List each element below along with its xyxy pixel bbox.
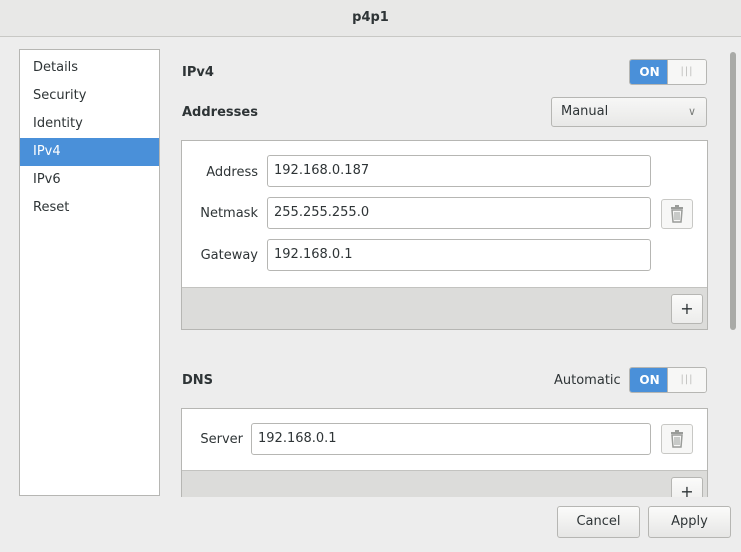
scrollbar-thumb[interactable] <box>730 52 736 330</box>
dns-panel-footer: + <box>182 470 707 497</box>
dns-toggle-on-label: ON <box>630 368 669 392</box>
gateway-label: Gateway <box>200 248 258 263</box>
sidebar-item-ipv4[interactable]: IPv4 <box>20 138 159 166</box>
address-input[interactable]: 192.168.0.187 <box>267 155 651 187</box>
dns-heading: DNS <box>182 373 214 388</box>
addresses-method-value: Manual <box>561 104 609 119</box>
sidebar-item-security[interactable]: Security <box>20 82 159 110</box>
toggle-knob-icon: ||| <box>667 368 706 392</box>
sidebar-item-ipv6[interactable]: IPv6 <box>20 166 159 194</box>
add-address-button[interactable]: + <box>671 294 703 324</box>
sidebar-item-details[interactable]: Details <box>20 54 159 82</box>
trash-icon <box>671 430 683 448</box>
sidebar: Details Security Identity IPv4 IPv6 Rese… <box>19 49 160 496</box>
server-input[interactable]: 192.168.0.1 <box>251 423 651 455</box>
netmask-input[interactable]: 255.255.255.0 <box>267 197 651 229</box>
addresses-method-select[interactable]: Manual ∨ <box>551 97 707 127</box>
sidebar-item-identity[interactable]: Identity <box>20 110 159 138</box>
sidebar-item-reset[interactable]: Reset <box>20 194 159 222</box>
ipv4-settings-page: IPv4 ON ||| Addresses Manual ∨ Address 1… <box>170 40 720 497</box>
addresses-panel: Address 192.168.0.187 Netmask 255.255.25… <box>181 140 708 330</box>
toggle-knob-icon: ||| <box>667 60 706 84</box>
cancel-button[interactable]: Cancel <box>557 506 640 538</box>
dns-automatic-label: Automatic <box>554 373 621 388</box>
delete-server-button[interactable] <box>661 424 693 454</box>
scrollbar[interactable] <box>727 40 739 497</box>
ipv4-toggle[interactable]: ON ||| <box>629 59 707 85</box>
gateway-input[interactable]: 192.168.0.1 <box>267 239 651 271</box>
chevron-down-icon: ∨ <box>687 105 696 118</box>
server-label: Server <box>200 432 243 447</box>
dns-automatic-toggle[interactable]: ON ||| <box>629 367 707 393</box>
apply-button[interactable]: Apply <box>648 506 731 538</box>
trash-icon <box>671 205 683 223</box>
ipv4-heading: IPv4 <box>182 65 214 80</box>
ipv4-toggle-on-label: ON <box>630 60 669 84</box>
add-server-button[interactable]: + <box>671 477 703 497</box>
address-label: Address <box>206 165 258 180</box>
netmask-label: Netmask <box>200 206 258 221</box>
delete-address-button[interactable] <box>661 199 693 229</box>
window-title: p4p1 <box>0 0 741 37</box>
addresses-panel-footer: + <box>182 287 707 329</box>
dns-panel: Server 192.168.0.1 + <box>181 408 708 497</box>
addresses-label: Addresses <box>182 105 258 120</box>
